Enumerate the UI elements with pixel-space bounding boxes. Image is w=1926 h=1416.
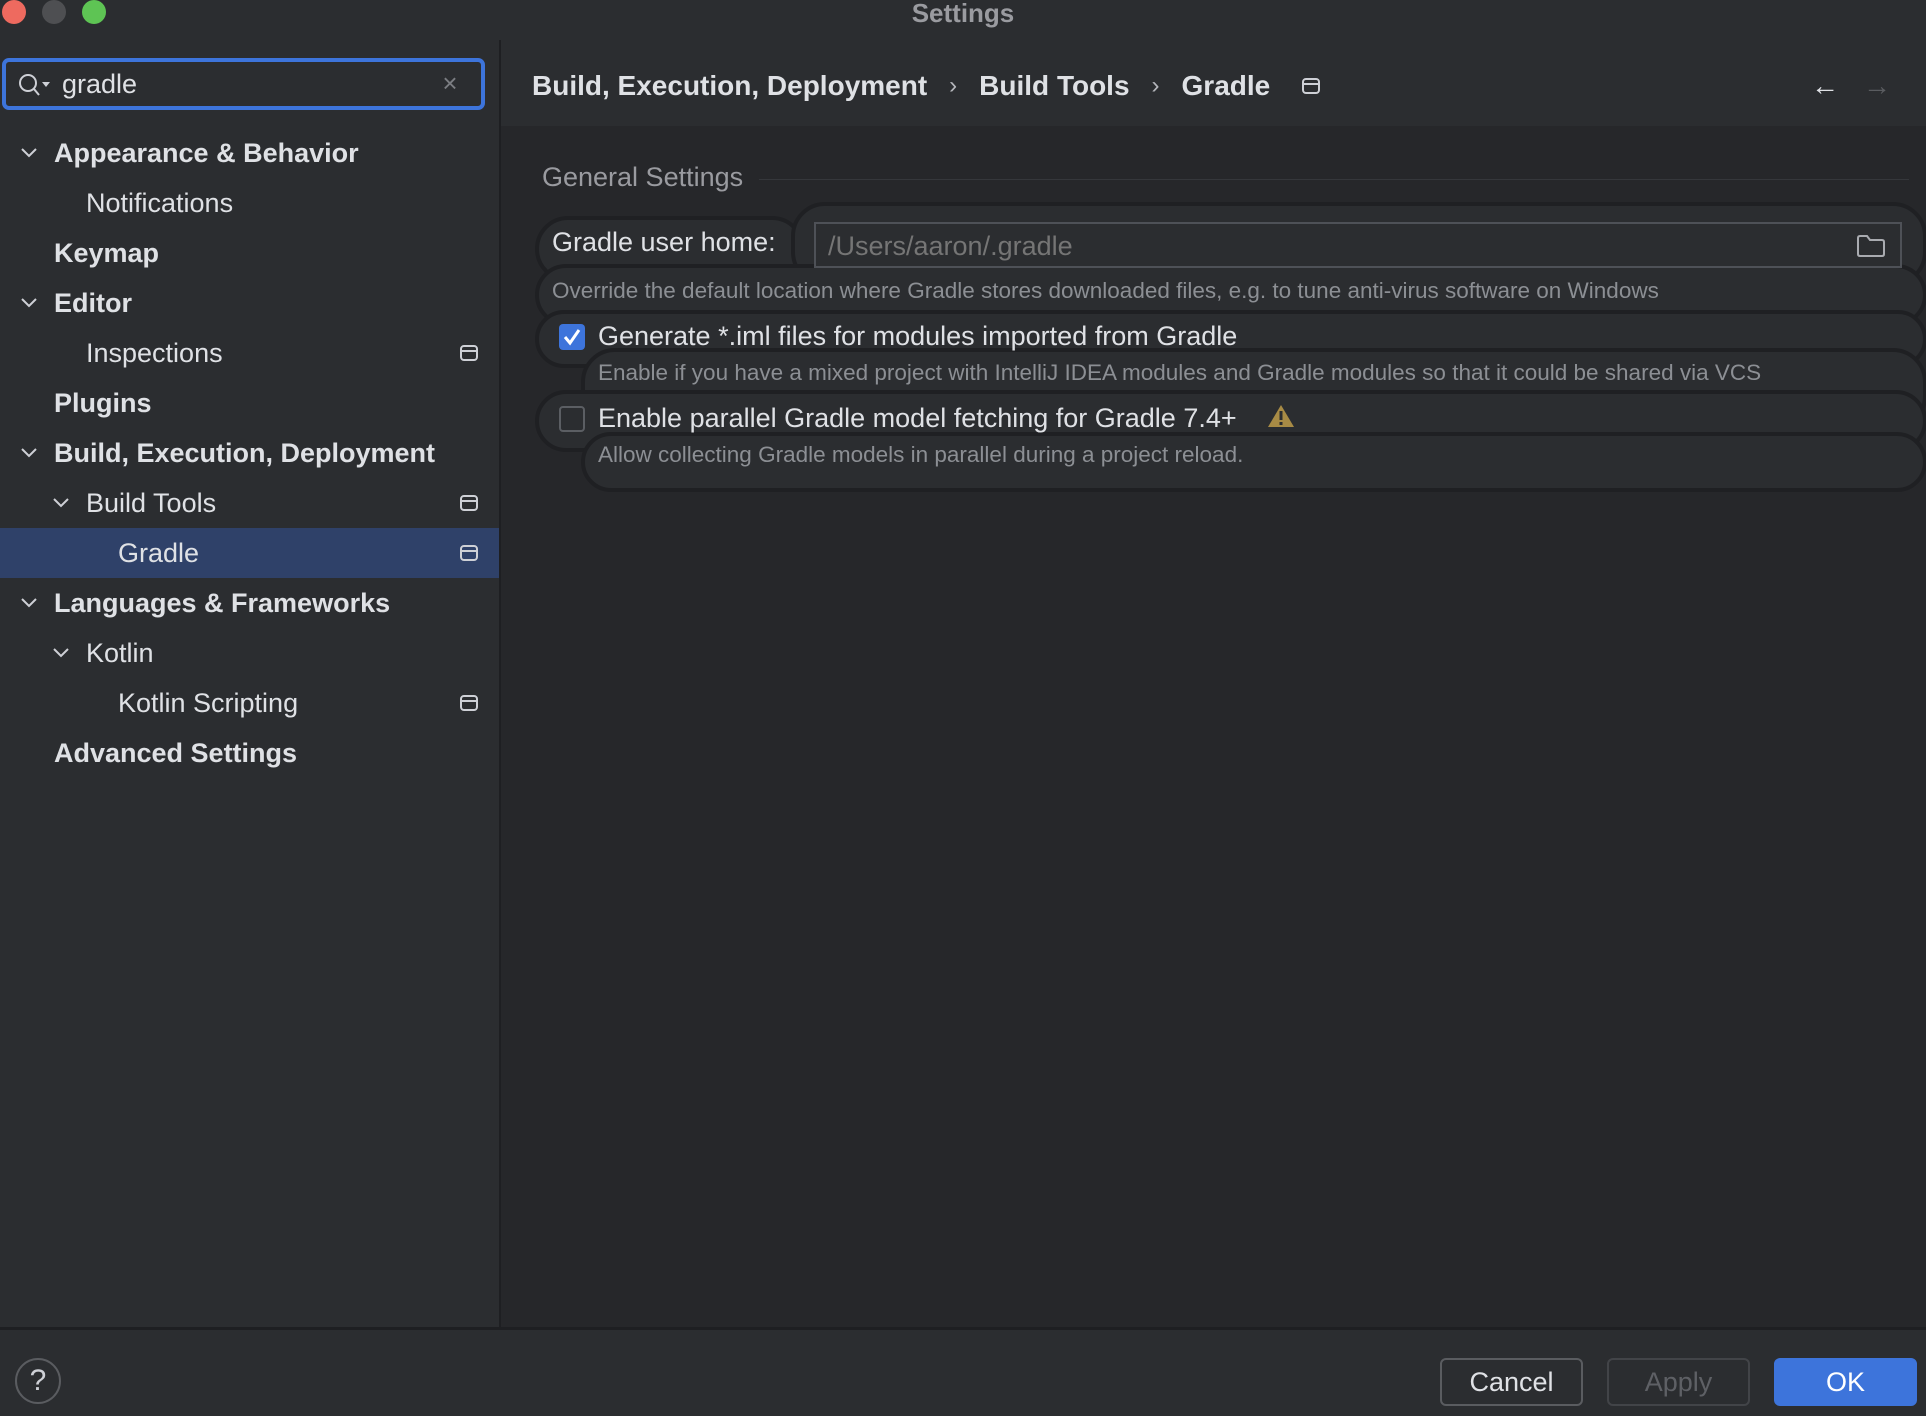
- clear-search-icon[interactable]: ×: [437, 70, 463, 96]
- chevron-right-icon: ›: [949, 72, 958, 99]
- sidebar-item[interactable]: Editor: [0, 278, 499, 328]
- folder-icon[interactable]: [1856, 234, 1886, 258]
- ok-button[interactable]: OK: [1774, 1358, 1917, 1406]
- chevron-down-icon[interactable]: [18, 592, 40, 614]
- sidebar-item[interactable]: Notifications: [0, 178, 499, 228]
- gradle-user-home-field[interactable]: [814, 222, 1902, 268]
- forward-button[interactable]: →: [1863, 70, 1891, 102]
- settings-content: General Settings Gradle user home: Overr…: [501, 126, 1926, 1327]
- gradle-user-home-label: Gradle user home:: [552, 227, 776, 257]
- chevron-down-icon[interactable]: [50, 492, 72, 514]
- sidebar-item-label: Editor: [54, 287, 132, 318]
- sidebar-item[interactable]: Build Tools: [0, 478, 499, 528]
- parallel-fetch-hint: Allow collecting Gradle models in parall…: [598, 442, 1244, 467]
- project-scope-icon: [1302, 78, 1321, 94]
- chevron-right-icon: ›: [1151, 72, 1160, 99]
- sidebar-item-label: Plugins: [54, 387, 152, 418]
- dialog-footer: ? Cancel Apply OK: [0, 1327, 1926, 1416]
- header: Build, Execution, Deployment › Build Too…: [501, 40, 1926, 126]
- parallel-fetch-checkbox[interactable]: [559, 406, 585, 432]
- warning-icon[interactable]: [1267, 404, 1295, 428]
- sidebar-item-label: Keymap: [54, 237, 160, 268]
- sidebar-item-label: Build, Execution, Deployment: [54, 437, 436, 468]
- title-bar: Settings: [0, 0, 1926, 40]
- sidebar-item[interactable]: Gradle: [0, 528, 499, 578]
- generate-iml-hint: Enable if you have a mixed project with …: [598, 360, 1762, 385]
- chevron-down-icon[interactable]: [18, 442, 40, 464]
- sidebar-item[interactable]: Advanced Settings: [0, 728, 499, 778]
- gradle-user-home-input[interactable]: [828, 228, 1828, 264]
- search-input[interactable]: [62, 66, 432, 102]
- sidebar: × Appearance & Behavior Notifications Keym…: [0, 40, 499, 1327]
- settings-tree: Appearance & Behavior Notifications Keymap…: [0, 128, 499, 778]
- project-scope-icon: [460, 545, 478, 561]
- parallel-fetch-label[interactable]: Enable parallel Gradle model fetching fo…: [598, 403, 1237, 434]
- project-scope-icon: [460, 695, 478, 711]
- sidebar-item-label: Inspections: [86, 337, 223, 368]
- sidebar-item[interactable]: Kotlin: [0, 628, 499, 678]
- sidebar-item-label: Advanced Settings: [54, 737, 298, 768]
- generate-iml-label[interactable]: Generate *.iml files for modules importe…: [598, 321, 1237, 352]
- sidebar-item-label: Notifications: [86, 187, 234, 218]
- breadcrumb: Build, Execution, Deployment › Build Too…: [532, 70, 1321, 102]
- sidebar-item[interactable]: Keymap: [0, 228, 499, 278]
- window-title: Settings: [911, 0, 1015, 28]
- search-icon: [19, 74, 50, 96]
- breadcrumb-item[interactable]: Build Tools: [979, 70, 1129, 102]
- apply-button[interactable]: Apply: [1607, 1358, 1750, 1406]
- sidebar-item-label: Languages & Frameworks: [54, 587, 391, 618]
- cancel-button[interactable]: Cancel: [1440, 1358, 1583, 1406]
- sidebar-item-label: Appearance & Behavior: [54, 137, 359, 168]
- sidebar-item-label: Kotlin: [86, 637, 154, 668]
- sidebar-item[interactable]: Plugins: [0, 378, 499, 428]
- gradle-user-home-hint: Override the default location where Grad…: [552, 278, 1659, 303]
- chevron-down-icon[interactable]: [18, 292, 40, 314]
- sidebar-item-label: Kotlin Scripting: [118, 687, 299, 718]
- project-scope-icon: [460, 345, 478, 361]
- checkmark-icon: [563, 329, 581, 346]
- sidebar-item[interactable]: Build, Execution, Deployment: [0, 428, 499, 478]
- section-title: General Settings: [542, 162, 744, 192]
- chevron-down-icon[interactable]: [18, 142, 40, 164]
- generate-iml-checkbox[interactable]: [559, 324, 585, 350]
- chevron-down-icon[interactable]: [50, 642, 72, 664]
- sidebar-item[interactable]: Kotlin Scripting: [0, 678, 499, 728]
- sidebar-item-label: Gradle: [118, 537, 200, 568]
- breadcrumb-item[interactable]: Build, Execution, Deployment: [532, 70, 927, 102]
- breadcrumb-item: Gradle: [1181, 70, 1271, 101]
- back-button[interactable]: ←: [1811, 70, 1839, 102]
- project-scope-icon: [460, 495, 478, 511]
- sidebar-item[interactable]: Inspections: [0, 328, 499, 378]
- search-box[interactable]: ×: [2, 58, 485, 110]
- sidebar-item[interactable]: Languages & Frameworks: [0, 578, 499, 628]
- sidebar-item-label: Build Tools: [86, 487, 217, 518]
- section-divider: [759, 179, 1909, 180]
- help-button[interactable]: ?: [15, 1358, 61, 1404]
- sidebar-item[interactable]: Appearance & Behavior: [0, 128, 499, 178]
